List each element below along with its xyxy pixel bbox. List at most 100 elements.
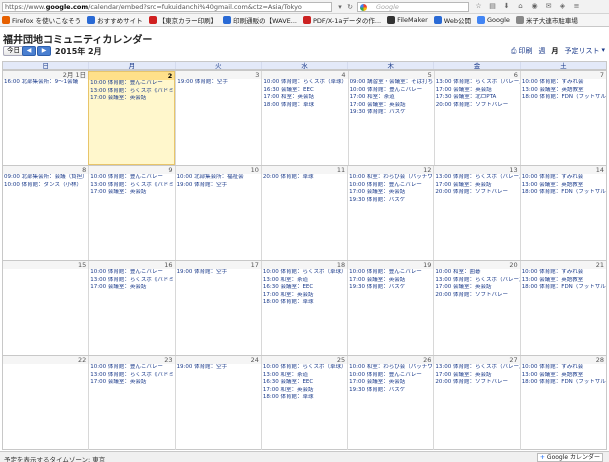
day-cell[interactable]: 6 13:00 体育館：らくスポ（バレー） 17:00 会議室：英会話 17:30 会… — [433, 71, 520, 165]
home-icon[interactable]: ⌂ — [516, 2, 525, 11]
event-item[interactable]: 10:00 体育館：豊んこバレー — [89, 269, 174, 277]
event-item[interactable]: 17:00 会議室：英会話 — [348, 277, 433, 285]
event-item[interactable]: 18:00 体育館：卓球 — [262, 394, 347, 402]
day-cell[interactable]: 27 13:00 体育館：らくスポ（バレー） 17:00 会議室：英会話 20:00 … — [433, 356, 520, 450]
day-cell[interactable]: 22 — [3, 356, 89, 450]
event-item[interactable]: 19:00 体育館：空手 — [176, 269, 261, 277]
event-item[interactable]: 17:00 和室：英会話 — [262, 94, 347, 102]
day-cell[interactable]: 14 10:00 体育館：すみれ会 13:00 会議室：英語教室 18:00 体育館：… — [519, 166, 606, 260]
day-cell[interactable]: 23 10:00 体育館：豊んこバレー 13:00 体育館：らくスポ《バドミ 17:0… — [88, 356, 175, 450]
day-cell[interactable]: 25 10:00 体育館：らくスポ（卓球） 13:00 和室：茶道 16:30 会議室… — [260, 356, 348, 450]
day-cell[interactable]: 3 19:00 体育館：空手 — [175, 71, 262, 165]
event-item[interactable]: 17:00 会議室：英会話 — [89, 284, 174, 292]
event-item[interactable]: 10:00 体育館：すみれ会 — [521, 269, 606, 277]
day-cell[interactable]: 12 10:00 和室：わらび会（パッチワー 10:00 体育館：豊んこバレー 17:… — [347, 166, 434, 260]
event-item[interactable]: 17:00 会議室：英会話 — [434, 372, 519, 380]
event-item[interactable]: 09:00 北部集会所：会議（負担） — [3, 174, 88, 182]
reload-icon[interactable]: ↻ — [345, 3, 355, 11]
event-item[interactable]: 18:00 体育館：卓球 — [262, 299, 347, 307]
event-item[interactable]: 19:30 体育館：バスケ — [349, 109, 434, 117]
event-item[interactable]: 17:00 会議室：英会話 — [348, 379, 433, 387]
day-cell[interactable]: 10 10:00 北部集会所：福祉会 19:00 体育館：空手 — [174, 166, 261, 260]
prev-month-button[interactable]: ◀ — [22, 46, 36, 56]
day-cell[interactable]: 9 10:00 体育館：豊んこバレー 13:00 体育館：らくスポ《バドミ 17:00… — [88, 166, 175, 260]
event-item[interactable]: 19:30 体育館：バスケ — [348, 284, 433, 292]
next-month-button[interactable]: ▶ — [37, 46, 51, 56]
event-item[interactable]: 18:00 体育館：FDN（フットサル） — [521, 284, 606, 292]
event-item[interactable]: 19:30 体育館：バスケ — [348, 387, 433, 395]
event-item[interactable]: 10:00 体育館：豊んこバレー — [89, 80, 174, 88]
event-item[interactable]: 10:00 体育館：豊んこバレー — [89, 174, 174, 182]
event-item[interactable]: 13:00 体育館：らくスポ《バドミ — [89, 182, 174, 190]
event-item[interactable]: 20:00 体育館：ソフトバレー — [434, 189, 519, 197]
bookmark-item[interactable]: Google — [476, 16, 510, 24]
event-item[interactable]: 17:00 和室：茶道 — [349, 94, 434, 102]
event-item[interactable]: 13:00 体育館：らくスポ《バドミ — [89, 88, 174, 96]
event-item[interactable]: 17:00 会議室：英会話 — [434, 284, 519, 292]
event-item[interactable]: 13:00 体育館：らくスポ（バレー） — [435, 79, 520, 87]
event-item[interactable]: 20:00 体育館：ソフトバレー — [434, 379, 519, 387]
day-cell[interactable]: 11 20:00 体育館：卓球 — [260, 166, 348, 260]
event-item[interactable]: 19:30 体育館：バスケ — [348, 197, 433, 205]
event-item[interactable]: 10:00 体育館：らくスポ（卓球） — [262, 79, 347, 87]
event-item[interactable]: 10:00 体育館：らくスポ（卓球） — [262, 269, 347, 277]
bookmark-item[interactable]: PDF/X-1aデータの作... — [302, 15, 381, 25]
event-item[interactable]: 13:00 体育館：らくスポ《バドミ — [89, 372, 174, 380]
event-item[interactable]: 18:00 体育館：FDN（フットサル） — [521, 379, 606, 387]
event-item[interactable]: 18:00 体育館：卓球 — [262, 102, 347, 110]
download-icon[interactable]: ⬇ — [502, 2, 511, 11]
day-cell[interactable]: 18 10:00 体育館：らくスポ（卓球） 13:00 和室：茶道 16:30 会議室… — [260, 261, 348, 355]
event-item[interactable]: 17:00 和室：英会話 — [262, 387, 347, 395]
event-item[interactable]: 19:00 体育館：空手 — [176, 182, 261, 190]
event-item[interactable]: 10:00 和室：わらび会（パッチワー — [348, 364, 433, 372]
day-cell[interactable]: 26 10:00 和室：わらび会（パッチワー 10:00 体育館：豊んこバレー 17:… — [347, 356, 434, 450]
event-item[interactable]: 13:00 体育館：らくスポ（バレー） — [434, 277, 519, 285]
bookmark-item[interactable]: 米子大連市駐車場 — [515, 15, 578, 25]
mail-icon[interactable]: ✉ — [544, 2, 553, 11]
event-item[interactable]: 17:00 会議室：英会話 — [89, 95, 174, 103]
addon-icon[interactable]: ◉ — [530, 2, 539, 11]
event-item[interactable]: 17:30 会議室：北ロPTA — [435, 94, 520, 102]
event-item[interactable]: 19:00 体育館：空手 — [176, 79, 261, 87]
event-item[interactable]: 10:00 和室：囲碁 — [434, 269, 519, 277]
day-cell[interactable]: 2 10:00 体育館：豊んこバレー 13:00 体育館：らくスポ《バドミ 17:00… — [88, 71, 176, 165]
event-item[interactable]: 19:00 体育館：空手 — [176, 364, 261, 372]
day-cell[interactable]: 17 19:00 体育館：空手 — [174, 261, 261, 355]
event-item[interactable]: 17:00 会議室：英会話 — [89, 379, 174, 387]
day-cell[interactable]: 5 09:00 講習室・会議室：そば打ち 10:00 体育館：豊んこバレー 17:00… — [347, 71, 434, 165]
day-cell[interactable]: 4 10:00 体育館：らくスポ（卓球） 16:30 会議室：EEC 17:00 和室… — [261, 71, 348, 165]
event-item[interactable]: 13:00 会議室：英語教室 — [521, 277, 606, 285]
event-item[interactable]: 17:00 和室：英会話 — [262, 292, 347, 300]
day-cell[interactable]: 8 09:00 北部集会所：会議（負担） 10:00 体育館：ダンス（小林） — [3, 166, 89, 260]
google-calendar-badge[interactable]: + Google カレンダー — [536, 453, 603, 462]
event-item[interactable]: 10:00 体育館：ダンス（小林） — [3, 182, 88, 190]
day-cell[interactable]: 7 10:00 体育館：すみれ会 13:00 会議室：英語教室 18:00 体育館：F… — [519, 71, 606, 165]
tab-week[interactable]: 週 — [538, 46, 545, 56]
event-item[interactable]: 17:00 会議室：英会話 — [89, 189, 174, 197]
event-item[interactable]: 20:00 体育館：ソフトバレー — [435, 102, 520, 110]
menu-icon[interactable]: ≡ — [572, 2, 581, 11]
day-cell[interactable]: 24 19:00 体育館：空手 — [174, 356, 261, 450]
dropdown-icon[interactable]: ▾ — [335, 3, 345, 11]
event-item[interactable]: 17:00 会議室：英会話 — [349, 102, 434, 110]
day-cell[interactable]: 15 — [3, 261, 89, 355]
event-item[interactable]: 10:00 体育館：らくスポ（卓球） — [262, 364, 347, 372]
event-item[interactable]: 10:00 体育館：豊んこバレー — [89, 364, 174, 372]
tab-month[interactable]: 月 — [551, 46, 558, 56]
event-item[interactable]: 10:00 体育館：すみれ会 — [521, 364, 606, 372]
bookmarks-icon[interactable]: ▤ — [488, 2, 497, 11]
event-item[interactable]: 10:00 和室：わらび会（パッチワー — [348, 174, 433, 182]
event-item[interactable]: 18:00 体育館：FDN（フットサル） — [521, 189, 606, 197]
event-item[interactable]: 13:00 会議室：英語教室 — [521, 87, 606, 95]
shield-icon[interactable]: ◈ — [558, 2, 567, 11]
event-item[interactable]: 13:00 体育館：らくスポ（バレー） — [434, 174, 519, 182]
event-item[interactable]: 17:00 会議室：英会話 — [435, 87, 520, 95]
day-cell[interactable]: 20 10:00 和室：囲碁 13:00 体育館：らくスポ（バレー） 17:00 会議… — [433, 261, 520, 355]
event-item[interactable]: 10:00 体育館：すみれ会 — [521, 79, 606, 87]
event-item[interactable]: 10:00 体育館：豊んこバレー — [348, 182, 433, 190]
event-item[interactable]: 13:00 和室：茶道 — [262, 277, 347, 285]
day-cell[interactable]: 16 10:00 体育館：豊んこバレー 13:00 体育館：らくスポ《バドミ 17:0… — [88, 261, 175, 355]
event-item[interactable]: 13:00 和室：茶道 — [262, 372, 347, 380]
event-item[interactable]: 18:00 体育館：FDN（フットサル） — [521, 94, 606, 102]
event-item[interactable]: 17:00 会議室：英会話 — [434, 182, 519, 190]
